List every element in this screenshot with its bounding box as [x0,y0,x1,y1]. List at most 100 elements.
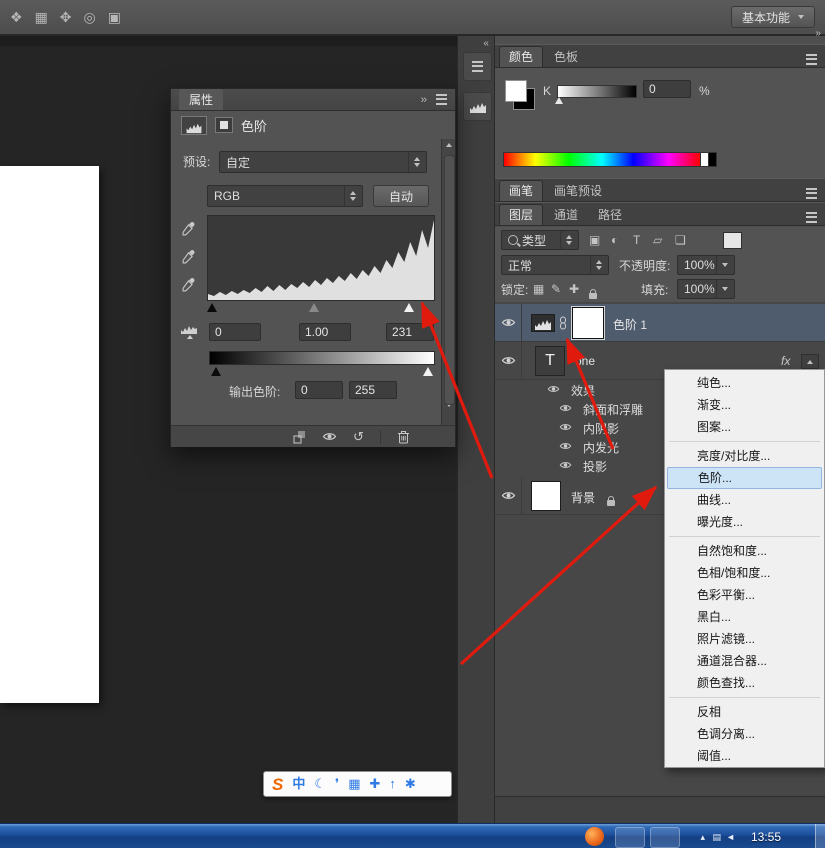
channel-dropdown[interactable]: RGB [207,185,363,207]
layer-row-levels[interactable]: 色阶 1 [495,304,825,342]
background-layer-thumbnail[interactable] [531,481,561,511]
levels-adjustment-thumbnail[interactable] [531,314,555,332]
tray-volume-icon[interactable]: ◄ [726,832,735,842]
hand-tool-icon[interactable]: ✥ [60,10,72,24]
output-shadow-field[interactable]: 0 [295,381,343,399]
menu-item-posterize[interactable]: 色调分离... [667,723,822,745]
lock-transparency-icon[interactable]: ▦ [533,282,544,296]
fill-dropdown[interactable]: 100% [677,279,735,299]
scroll-up-icon[interactable] [446,143,452,147]
screen-mode-icon[interactable]: ▣ [108,10,121,24]
foreground-color-swatch[interactable] [505,80,527,102]
spectrum-black-swatch[interactable] [708,152,717,167]
output-highlight-slider[interactable] [423,367,433,376]
tab-layers[interactable]: 图层 [499,204,543,225]
tab-channels[interactable]: 通道 [545,205,587,225]
lock-all-icon[interactable] [589,293,597,299]
input-shadow-slider[interactable] [207,303,217,312]
output-highlight-field[interactable]: 255 [349,381,397,399]
menu-item-threshold[interactable]: 阈值... [667,745,822,767]
eye-icon[interactable] [559,403,572,413]
menu-item-black-white[interactable]: 黑白... [667,606,822,628]
k-slider-marker[interactable] [555,97,563,104]
opacity-dropdown[interactable]: 100% [677,255,735,275]
eye-icon[interactable] [547,384,560,394]
collapsed-properties-panel-button[interactable] [463,92,492,121]
layer-visibility-toggle[interactable] [495,477,522,514]
tray-show-hidden-icon[interactable]: ▴ [700,832,705,843]
auto-button[interactable]: 自动 [373,185,429,207]
tab-color[interactable]: 颜色 [499,46,543,67]
layer-name-levels[interactable]: 色阶 1 [613,316,647,333]
menu-item-pattern[interactable]: 图案... [667,416,822,438]
collapse-to-icons-icon[interactable]: ›› [421,94,426,106]
delete-adjustment-icon[interactable] [397,429,410,444]
mini-bridge-icon[interactable]: ❖ [10,10,23,24]
ime-mode-chinese[interactable]: 中 [292,777,305,791]
mask-link-icon[interactable] [558,316,568,330]
collapsed-history-panel-button[interactable] [463,52,492,81]
menu-item-gradient[interactable]: 渐变... [667,394,822,416]
menu-item-curves[interactable]: 曲线... [667,489,822,511]
properties-scrollbar[interactable] [441,139,455,425]
ime-fullwidth-moon-icon[interactable]: ☾ [314,777,326,791]
lock-paint-icon[interactable]: ✎ [551,282,561,296]
layer-filtering-toggle[interactable] [723,232,742,249]
filter-shape-layers-icon[interactable]: ▱ [653,233,662,247]
preset-dropdown[interactable]: 自定 [219,151,427,173]
gray-point-eyedropper-icon[interactable] [181,249,196,264]
eye-icon[interactable] [559,422,572,432]
input-shadow-field[interactable]: 0 [209,323,261,341]
filter-smart-objects-icon[interactable]: ❏ [675,233,686,247]
layer-fx-badge[interactable]: fx [781,354,790,368]
eye-icon[interactable] [559,460,572,470]
menu-item-exposure[interactable]: 曝光度... [667,511,822,533]
menu-item-brightness-contrast[interactable]: 亮度/对比度... [667,445,822,467]
tab-properties[interactable]: 属性 [179,89,223,110]
filter-type-layers-icon[interactable]: T [633,233,640,247]
document-canvas[interactable] [0,166,99,703]
menu-item-levels[interactable]: 色阶... [667,467,822,489]
input-gamma-slider[interactable] [309,303,319,312]
k-channel-slider[interactable] [557,85,637,98]
menu-item-photo-filter[interactable]: 照片滤镜... [667,628,822,650]
taskbar-open-app[interactable] [615,827,645,848]
scrollbar-thumb[interactable] [444,155,455,405]
ime-punctuation-icon[interactable]: ❜ [335,777,339,791]
menu-item-vibrance[interactable]: 自然饱和度... [667,540,822,562]
layer-filter-type-dropdown[interactable]: 类型 [501,230,579,250]
menu-item-color-lookup[interactable]: 颜色查找... [667,672,822,694]
layer-mask-thumbnail[interactable] [572,307,604,339]
tray-network-icon[interactable]: ▤ [712,832,721,843]
menu-item-channel-mixer[interactable]: 通道混合器... [667,650,822,672]
fx-collapse-toggle[interactable] [801,354,819,369]
tab-brush-presets[interactable]: 画笔预设 [545,181,611,201]
menu-item-invert[interactable]: 反相 [667,701,822,723]
filter-adjustment-layers-icon[interactable]: ◐ [611,233,618,247]
layer-visibility-toggle[interactable] [495,342,522,379]
ime-medical-icon[interactable]: ✚ [370,777,381,791]
brush-panel-menu-icon[interactable] [806,188,817,199]
tab-swatches[interactable]: 色板 [545,47,587,67]
layer-name-text[interactable]: one [575,354,595,368]
input-highlight-field[interactable]: 231 [386,323,434,341]
black-point-eyedropper-icon[interactable] [181,221,196,236]
taskbar-app-icon[interactable] [585,827,604,846]
mask-chip-icon[interactable] [215,117,233,133]
input-gamma-field[interactable]: 1.00 [299,323,351,341]
reset-icon[interactable]: ↺ [353,430,364,443]
ime-logo[interactable]: S [272,776,283,793]
layers-panel-menu-icon[interactable] [806,212,817,223]
show-desktop-button[interactable] [815,824,825,848]
menu-item-hue-saturation[interactable]: 色相/饱和度... [667,562,822,584]
expand-dock-icon[interactable]: ‹‹ [483,38,488,49]
white-point-eyedropper-icon[interactable] [181,277,196,292]
tab-brush[interactable]: 画笔 [499,180,543,201]
ime-softkeyboard-icon[interactable]: ▦ [348,777,360,791]
text-layer-thumbnail[interactable]: T [535,346,565,376]
color-spectrum-ramp[interactable] [503,152,701,167]
tab-paths[interactable]: 路径 [589,205,631,225]
collapse-dock-icon[interactable]: ›› [815,28,820,39]
k-value-field[interactable]: 0 [643,80,691,98]
lock-position-icon[interactable]: ✚ [569,282,579,296]
